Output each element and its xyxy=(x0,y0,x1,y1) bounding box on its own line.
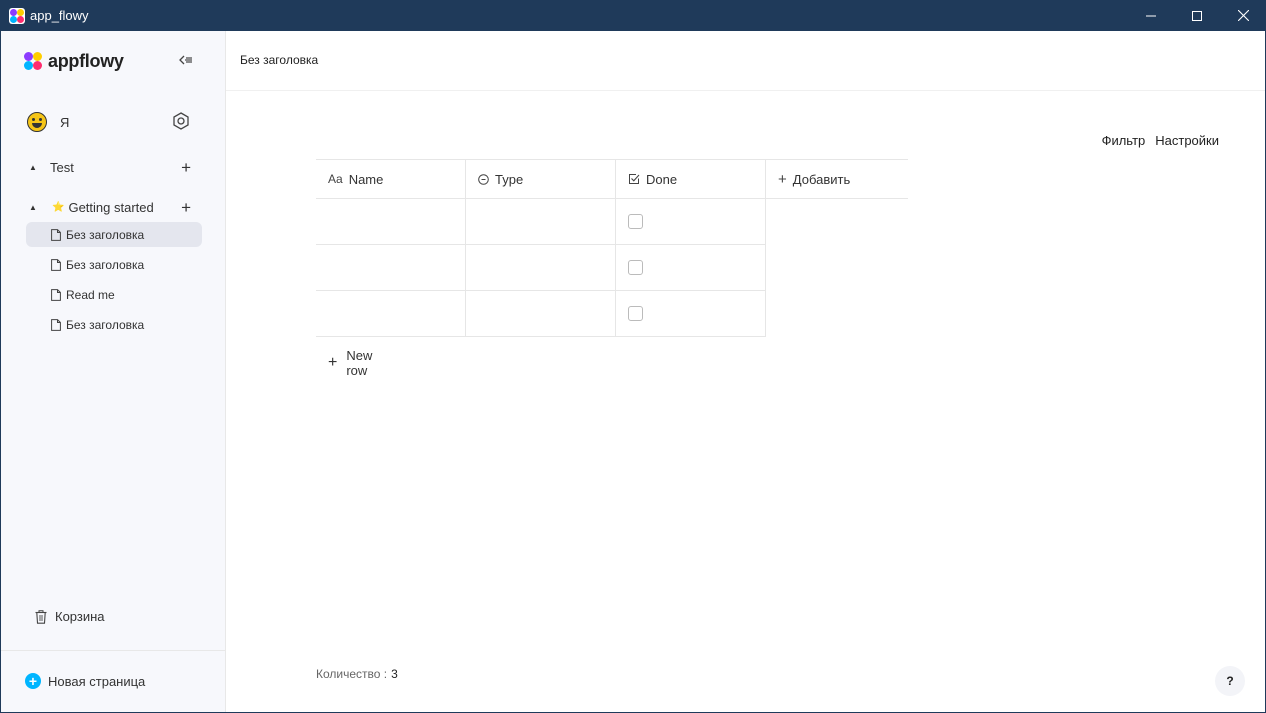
count-label: Количество : xyxy=(316,667,388,681)
logo-text: appflowy xyxy=(48,51,124,71)
close-button[interactable] xyxy=(1220,0,1266,31)
section-getting-started[interactable]: ▲ ⭐ Getting started + xyxy=(26,195,201,219)
sidebar-page-item[interactable]: Read me xyxy=(26,282,202,307)
new-row-button[interactable]: + New row xyxy=(328,348,372,378)
page-label: Без заголовка xyxy=(66,227,145,242)
text-field-icon: Aa xyxy=(328,172,343,186)
count-value: 3 xyxy=(391,667,398,681)
type-cell[interactable] xyxy=(466,245,616,291)
type-cell[interactable] xyxy=(466,199,616,245)
grid-toolbar: Фильтр Настройки xyxy=(1102,133,1219,148)
add-page-icon[interactable]: + xyxy=(181,199,191,216)
page-header: Без заголовка xyxy=(226,31,1265,91)
page-label: Без заголовка xyxy=(66,257,145,272)
window-titlebar: app_flowy xyxy=(0,0,1266,31)
column-header-done[interactable]: Done xyxy=(616,159,766,199)
caret-up-icon[interactable]: ▲ xyxy=(26,203,40,212)
name-cell[interactable] xyxy=(316,199,466,245)
name-cell[interactable] xyxy=(316,245,466,291)
document-icon xyxy=(51,288,61,301)
trash-label: Корзина xyxy=(55,609,105,624)
collapse-sidebar-icon[interactable] xyxy=(179,53,195,69)
section-test[interactable]: ▲ Test + xyxy=(26,155,201,179)
type-cell[interactable] xyxy=(466,291,616,337)
table-row[interactable] xyxy=(316,291,766,337)
trash-button[interactable]: Корзина xyxy=(35,609,105,624)
done-checkbox[interactable] xyxy=(628,214,643,229)
column-header-name[interactable]: Aa Name xyxy=(316,159,466,199)
user-name: Я xyxy=(60,114,70,130)
document-icon xyxy=(51,318,61,331)
column-label: Name xyxy=(348,171,384,187)
section-label: Getting started xyxy=(68,199,154,215)
page-label: Read me xyxy=(66,287,115,302)
add-column-button[interactable]: + Добавить xyxy=(766,159,908,199)
app-logo-icon xyxy=(9,7,25,24)
sidebar-page-item[interactable]: Без заголовка xyxy=(26,252,202,277)
add-page-icon[interactable]: + xyxy=(181,159,191,176)
help-button[interactable]: ? xyxy=(1215,666,1245,696)
column-label: Type xyxy=(495,171,524,187)
window-title: app_flowy xyxy=(30,8,89,23)
column-header-type[interactable]: Type xyxy=(466,159,616,199)
star-emoji-icon: ⭐ xyxy=(52,201,65,213)
new-page-label: Новая страница xyxy=(48,673,146,689)
page-label: Без заголовка xyxy=(66,317,145,332)
plus-circle-icon: + xyxy=(25,673,41,689)
document-icon xyxy=(51,228,61,241)
avatar[interactable] xyxy=(27,112,47,132)
row-count: Количество :3 xyxy=(316,667,398,681)
appflowy-logo: appflowy xyxy=(24,51,124,72)
column-label: Done xyxy=(646,171,678,187)
add-column-label: Добавить xyxy=(792,171,851,187)
table-row[interactable] xyxy=(316,245,766,291)
done-cell[interactable] xyxy=(616,245,766,291)
table-row[interactable] xyxy=(316,199,766,245)
new-row-label: New row xyxy=(346,348,373,378)
section-label: Test xyxy=(50,159,74,175)
settings-hexagon-icon[interactable] xyxy=(171,111,191,131)
trash-icon xyxy=(35,609,47,624)
name-cell[interactable] xyxy=(316,291,466,337)
sidebar-divider xyxy=(1,650,225,651)
minimize-button[interactable] xyxy=(1128,0,1174,31)
sidebar-page-item[interactable]: Без заголовка xyxy=(26,222,202,247)
done-checkbox[interactable] xyxy=(628,306,643,321)
single-select-icon xyxy=(478,173,489,185)
main-content: Без заголовка Фильтр Настройки Aa Name T… xyxy=(226,31,1265,712)
document-icon xyxy=(51,258,61,271)
breadcrumb[interactable]: Без заголовка xyxy=(240,53,318,67)
maximize-button[interactable] xyxy=(1174,0,1220,31)
plus-icon: + xyxy=(778,170,787,188)
new-page-button[interactable]: + Новая страница xyxy=(25,673,145,689)
caret-up-icon[interactable]: ▲ xyxy=(26,163,40,172)
done-cell[interactable] xyxy=(616,199,766,245)
user-row[interactable]: Я xyxy=(27,111,197,133)
plus-icon: + xyxy=(328,354,338,371)
done-checkbox[interactable] xyxy=(628,260,643,275)
appflowy-mark-icon xyxy=(24,52,43,71)
checkbox-field-icon xyxy=(629,174,640,184)
settings-button[interactable]: Настройки xyxy=(1155,133,1219,148)
done-cell[interactable] xyxy=(616,291,766,337)
sidebar: appflowy Я ▲ Test + ▲ ⭐ Getting started … xyxy=(1,31,226,712)
filter-button[interactable]: Фильтр xyxy=(1102,133,1146,148)
sidebar-page-item[interactable]: Без заголовка xyxy=(26,312,202,337)
